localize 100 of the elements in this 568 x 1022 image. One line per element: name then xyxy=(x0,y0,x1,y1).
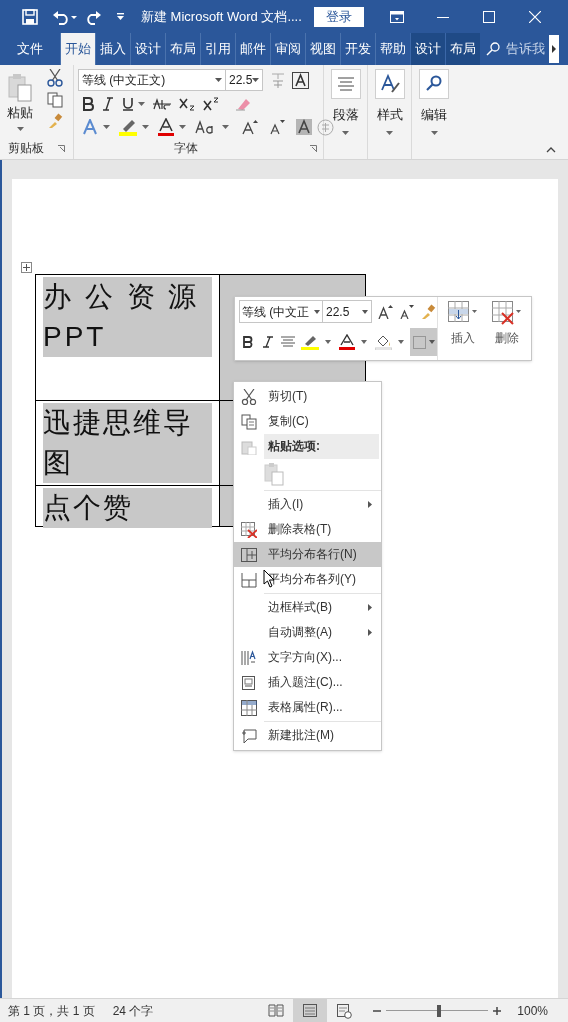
table-move-handle-icon[interactable] xyxy=(21,262,32,273)
clipboard-icon xyxy=(241,438,257,455)
shrink-font-icon[interactable] xyxy=(269,119,285,135)
login-button[interactable]: 登录 xyxy=(313,6,364,27)
menu-item[interactable]: 表格属性(R)... xyxy=(234,695,381,720)
text-effects-icon[interactable] xyxy=(82,119,98,135)
ribbon-tab[interactable]: 开始 xyxy=(60,33,95,65)
menu-item[interactable]: 自动调整(A) xyxy=(234,620,381,645)
insert-table-button[interactable]: 插入 xyxy=(444,301,482,360)
underline-icon[interactable] xyxy=(122,96,134,111)
collapse-ribbon-icon[interactable] xyxy=(546,147,556,153)
italic-icon[interactable] xyxy=(102,96,114,111)
ribbon-group-button[interactable]: 样式 xyxy=(374,69,405,135)
caret-icon xyxy=(16,126,24,131)
grow-font-icon[interactable] xyxy=(378,304,393,319)
dialog-launcher-icon[interactable] xyxy=(310,144,317,152)
highlighter-icon[interactable] xyxy=(119,118,137,136)
copy-icon[interactable] xyxy=(47,92,63,108)
caret-icon xyxy=(362,309,368,314)
menu-item[interactable]: 文字方向(X)... xyxy=(234,645,381,670)
caret-icon[interactable] xyxy=(138,101,145,106)
scroll-right-icon[interactable] xyxy=(549,35,559,63)
slider-thumb[interactable] xyxy=(437,1004,442,1017)
character-shading-icon[interactable] xyxy=(296,119,312,135)
italic-icon[interactable] xyxy=(263,336,273,348)
text-direction-icon xyxy=(241,649,257,666)
caret-icon xyxy=(386,130,393,135)
font-color-icon[interactable] xyxy=(158,118,174,136)
table-delete-icon xyxy=(241,521,257,538)
menu-item[interactable]: 平均分布各行(N) xyxy=(234,542,381,567)
tell-me-search[interactable]: 告诉我 xyxy=(506,39,545,59)
scissors-icon[interactable] xyxy=(47,69,63,87)
styles-icon xyxy=(378,73,401,95)
font-size-field[interactable]: 22.5 xyxy=(226,69,263,91)
redo-icon[interactable] xyxy=(86,8,102,25)
word-count[interactable]: 24 个字 xyxy=(112,1001,154,1020)
page-count: 第 1 页，共 1 页 xyxy=(8,1002,95,1020)
paste-button[interactable]: 粘贴 xyxy=(0,65,40,139)
view-button[interactable] xyxy=(293,998,328,1022)
caret-icon xyxy=(428,340,435,344)
ribbon-group-button[interactable]: 段落 xyxy=(330,69,361,135)
search-icon[interactable] xyxy=(486,42,500,56)
group-label: 字体 xyxy=(174,140,198,157)
character-border-icon[interactable] xyxy=(292,71,309,89)
menu-item[interactable]: 删除表格(T) xyxy=(234,517,381,542)
caret-icon xyxy=(430,130,438,135)
ribbon-group-button[interactable]: 编辑 xyxy=(419,69,449,135)
ribbon-display-icon[interactable] xyxy=(389,10,404,23)
grow-font-icon[interactable] xyxy=(242,119,258,135)
customize-caret-icon[interactable] xyxy=(116,12,125,21)
caret-icon xyxy=(314,309,320,314)
caret-icon[interactable] xyxy=(222,125,229,129)
shrink-font-icon[interactable] xyxy=(399,304,414,319)
caret-icon[interactable] xyxy=(142,125,149,129)
caret-icon xyxy=(252,78,260,82)
caret-icon[interactable] xyxy=(179,125,186,129)
subscript-icon[interactable] xyxy=(179,96,195,111)
scissors-icon xyxy=(241,388,257,405)
copy-icon xyxy=(241,413,257,430)
ribbon-tab[interactable]: 布局 xyxy=(445,33,480,65)
zoom-slider[interactable] xyxy=(386,1004,489,1017)
strikethrough-icon[interactable] xyxy=(153,97,171,110)
save-icon[interactable] xyxy=(22,8,38,25)
print-layout-icon xyxy=(302,1002,319,1019)
maximize-icon[interactable] xyxy=(482,10,495,23)
group-label: 剪贴板 xyxy=(8,140,44,157)
dialog-launcher-icon[interactable] xyxy=(58,144,65,152)
caret-icon[interactable] xyxy=(361,340,367,344)
font-name-field[interactable]: 等线 (中文正 xyxy=(239,300,323,323)
undo-icon[interactable] xyxy=(52,8,78,25)
menu-item[interactable]: 复制(C) xyxy=(234,409,381,434)
highlighter-icon[interactable] xyxy=(301,334,319,350)
table-properties-icon xyxy=(241,699,257,716)
caption-icon xyxy=(241,674,257,691)
ribbon-tab[interactable]: 文件 xyxy=(0,33,60,65)
ribbon-tab[interactable]: 设计 xyxy=(410,33,445,65)
superscript-icon[interactable] xyxy=(203,96,219,111)
paintbrush-icon[interactable] xyxy=(420,303,436,320)
font-color-icon[interactable] xyxy=(339,334,355,350)
menu-item[interactable]: 插入题注(C)... xyxy=(234,670,381,695)
caret-icon[interactable] xyxy=(398,340,404,344)
bold-icon[interactable] xyxy=(82,96,94,111)
caret-icon[interactable] xyxy=(325,340,331,344)
close-icon[interactable] xyxy=(528,10,541,23)
delete-table-button[interactable]: 删除 xyxy=(488,301,526,360)
zoom-level[interactable]: 100% xyxy=(517,1001,548,1020)
bold-icon[interactable] xyxy=(243,336,253,348)
font-size-field[interactable]: 22.5 xyxy=(323,300,372,323)
font-name-field[interactable]: 等线 (中文正文) xyxy=(78,69,226,91)
menu-item[interactable]: 插入(I) xyxy=(234,492,381,517)
caret-icon xyxy=(342,130,349,135)
menu-item[interactable]: 新建批注(M) xyxy=(234,723,381,748)
paintbrush-icon[interactable] xyxy=(47,113,63,129)
zoom-in-icon[interactable] xyxy=(493,1006,502,1015)
menu-item[interactable]: 剪切(T) xyxy=(234,384,381,409)
menu-item[interactable]: 边框样式(B) xyxy=(234,595,381,620)
clipboard-icon xyxy=(7,73,33,103)
paint-bucket-icon[interactable] xyxy=(375,334,392,350)
caret-icon[interactable] xyxy=(103,125,110,129)
clipboard-icon[interactable] xyxy=(264,462,284,486)
